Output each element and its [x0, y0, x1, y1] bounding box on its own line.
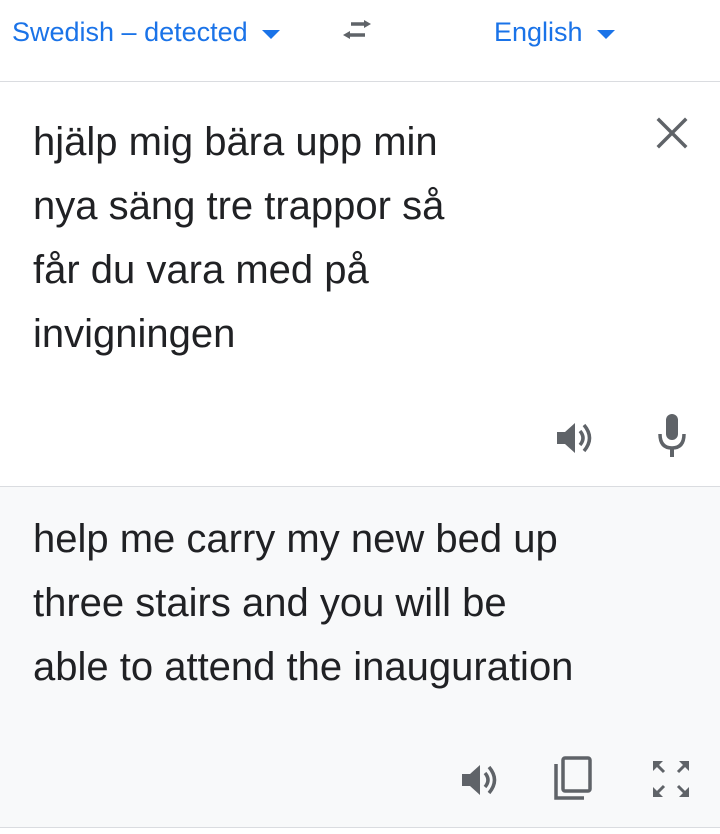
target-language-label: English: [494, 16, 583, 47]
target-language-selector[interactable]: English: [494, 14, 615, 50]
source-text-input[interactable]: hjälp mig bära upp min nya säng tre trap…: [33, 110, 553, 366]
fullscreen-icon: [653, 761, 689, 797]
source-panel: hjälp mig bära upp min nya säng tre trap…: [0, 82, 720, 487]
dropdown-caret-icon: [261, 29, 280, 39]
swap-languages-button[interactable]: [336, 16, 382, 52]
dropdown-caret-icon: [596, 29, 615, 39]
speaker-icon: [462, 765, 497, 795]
voice-input-button[interactable]: [648, 412, 696, 460]
fullscreen-button[interactable]: [647, 755, 695, 803]
translate-app: Swedish – detected English hjälp mig bär…: [0, 0, 720, 834]
listen-source-button[interactable]: [551, 414, 599, 462]
language-bar: Swedish – detected English: [0, 0, 720, 82]
source-language-label: Swedish – detected: [12, 16, 248, 47]
divider: [0, 827, 720, 828]
translation-result-panel: help me carry my new bed up three stairs…: [0, 487, 720, 827]
copy-translation-button[interactable]: [550, 754, 598, 802]
source-language-selector[interactable]: Swedish – detected: [12, 14, 280, 50]
close-icon: [656, 117, 688, 149]
clear-text-button[interactable]: [651, 112, 693, 154]
listen-translation-button[interactable]: [456, 756, 504, 804]
swap-arrows-icon: [343, 20, 371, 39]
copy-icon: [554, 756, 592, 800]
speaker-icon: [557, 423, 592, 453]
translated-text: help me carry my new bed up three stairs…: [33, 517, 574, 689]
microphone-icon: [658, 414, 686, 457]
